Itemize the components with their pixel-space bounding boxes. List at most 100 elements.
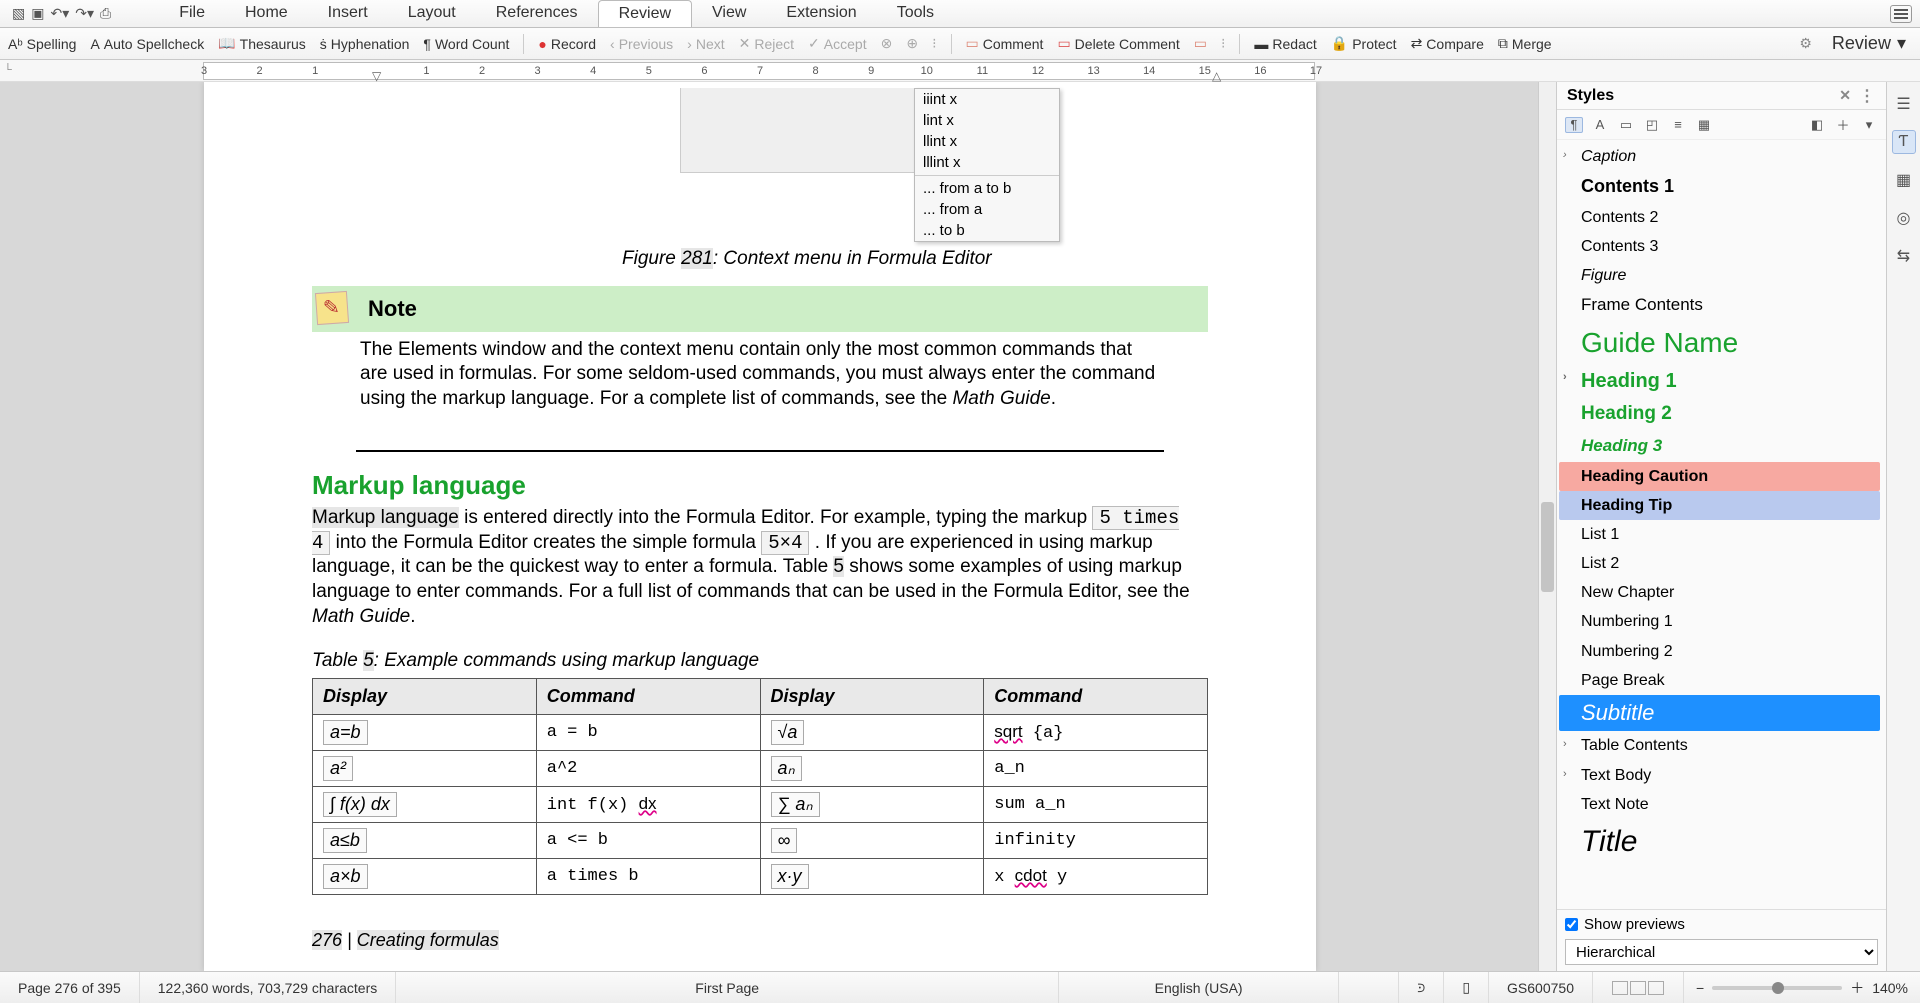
status-page-style[interactable]: First Page <box>396 972 1059 1003</box>
style-item[interactable]: Heading Caution <box>1559 462 1880 491</box>
undo-icon[interactable]: ↶▾ <box>50 5 69 22</box>
style-item[interactable]: ›Heading 1 <box>1559 364 1880 398</box>
fill-format-icon[interactable]: ◧ <box>1808 117 1826 133</box>
zoom-in-icon[interactable]: ＋ <box>1850 978 1864 998</box>
style-item[interactable]: ›Table Contents <box>1559 731 1880 760</box>
show-previews-checkbox[interactable]: Show previews <box>1565 916 1878 933</box>
zoom-out-icon[interactable]: − <box>1696 980 1704 996</box>
thesaurus-button[interactable]: 📖Thesaurus <box>218 35 306 52</box>
style-item[interactable]: Heading Tip <box>1559 491 1880 520</box>
protect-button[interactable]: 🔒Protect <box>1331 35 1397 52</box>
menu-tab-layout[interactable]: Layout <box>388 0 476 27</box>
menu-tab-view[interactable]: View <box>692 0 766 27</box>
reject-button[interactable]: ✕Reject <box>739 35 794 52</box>
gallery-panel-icon[interactable]: ▦ <box>1892 168 1916 192</box>
status-signature[interactable]: ▯ <box>1444 972 1489 1003</box>
vertical-scrollbar[interactable] <box>1538 82 1556 971</box>
scrollbar-thumb[interactable] <box>1541 502 1554 592</box>
style-item[interactable]: Subtitle <box>1559 695 1880 731</box>
character-styles-icon[interactable]: A <box>1591 117 1609 133</box>
list-styles-icon[interactable]: ≡ <box>1669 117 1687 133</box>
style-item[interactable]: Numbering 1 <box>1559 607 1880 636</box>
style-item[interactable]: Title <box>1559 819 1880 865</box>
review-dropdown[interactable]: Review▾ <box>1826 33 1912 54</box>
redo-icon[interactable]: ↷▾ <box>75 5 94 22</box>
status-selection-mode[interactable]: ⪾ <box>1399 972 1444 1003</box>
record-button[interactable]: ●Record <box>538 36 596 52</box>
status-language[interactable]: English (USA) <box>1059 972 1339 1003</box>
zoom-value[interactable]: 140% <box>1872 980 1908 996</box>
status-word-count[interactable]: 122,360 words, 703,729 characters <box>140 972 396 1003</box>
menu-tab-review[interactable]: Review <box>598 0 692 27</box>
properties-panel-icon[interactable]: ☰ <box>1892 92 1916 116</box>
accept-button[interactable]: ✓Accept <box>808 35 867 52</box>
status-page[interactable]: Page 276 of 395 <box>0 972 140 1003</box>
previous-button[interactable]: ‹Previous <box>610 36 673 52</box>
style-item[interactable]: List 2 <box>1559 549 1880 578</box>
style-filter-select[interactable]: Hierarchical <box>1565 939 1878 965</box>
next-button[interactable]: ›Next <box>687 36 724 52</box>
zoom-slider[interactable] <box>1712 986 1842 990</box>
comment-button[interactable]: ▭Comment <box>966 35 1044 52</box>
style-item[interactable]: Contents 3 <box>1559 232 1880 261</box>
style-item[interactable]: List 1 <box>1559 520 1880 549</box>
menu-tab-insert[interactable]: Insert <box>308 0 388 27</box>
merge-button[interactable]: ⧉Merge <box>1498 35 1552 52</box>
style-item[interactable]: ›Text Body <box>1559 761 1880 790</box>
status-insert-mode[interactable] <box>1339 972 1399 1003</box>
horizontal-ruler[interactable]: 3211234567891011121314151617▽△ <box>203 62 1315 80</box>
page-panel-icon[interactable]: ⇆ <box>1892 244 1916 268</box>
style-item[interactable]: Contents 1 <box>1559 171 1880 203</box>
redact-button[interactable]: ▬Redact <box>1254 36 1316 52</box>
comment-menu-icon[interactable]: ⁝ <box>1221 35 1225 52</box>
style-item[interactable]: Frame Contents <box>1559 290 1880 320</box>
style-item[interactable]: New Chapter <box>1559 578 1880 607</box>
settings-icon[interactable]: ⚙ <box>1799 35 1812 52</box>
paragraph-styles-icon[interactable]: ¶ <box>1565 117 1583 133</box>
save-icon[interactable]: ▧ <box>12 5 25 22</box>
print-icon[interactable]: ⎙ <box>100 5 111 22</box>
style-item[interactable]: Numbering 2 <box>1559 637 1880 666</box>
navigator-panel-icon[interactable]: ◎ <box>1892 206 1916 230</box>
save2-icon[interactable]: ▣ <box>31 5 44 22</box>
reject-all-icon[interactable]: ⊗ <box>881 35 893 52</box>
style-item[interactable]: Figure <box>1559 261 1880 290</box>
menu-tab-extension[interactable]: Extension <box>766 0 876 27</box>
compare-button[interactable]: ⇄Compare <box>1411 35 1484 52</box>
style-item[interactable]: Contents 2 <box>1559 203 1880 232</box>
accept-all-icon[interactable]: ⊕ <box>906 35 918 52</box>
ruler-corner-icon[interactable]: └ <box>4 64 12 76</box>
style-item[interactable]: Guide Name <box>1559 321 1880 365</box>
auto-spellcheck-button[interactable]: AAuto Spellcheck <box>90 36 204 52</box>
frame-styles-icon[interactable]: ▭ <box>1617 117 1635 133</box>
status-view-icons[interactable] <box>1593 972 1684 1003</box>
page-styles-icon[interactable]: ◰ <box>1643 117 1661 133</box>
table-styles-icon[interactable]: ▦ <box>1695 117 1713 133</box>
hyphenation-button[interactable]: ṡHyphenation <box>320 36 410 52</box>
menu-tab-home[interactable]: Home <box>225 0 308 27</box>
new-style-icon[interactable]: ＋ <box>1834 117 1852 133</box>
page-content[interactable]: iiint x lint x llint x lllint x ... from… <box>312 82 1208 971</box>
hamburger-icon[interactable] <box>1890 5 1912 23</box>
menu-tab-file[interactable]: File <box>159 0 225 27</box>
style-actions-icon[interactable]: ▾ <box>1860 117 1878 133</box>
style-item[interactable]: Text Note <box>1559 790 1880 819</box>
table-header: Display <box>760 679 984 715</box>
spelling-button[interactable]: AᵇSpelling <box>8 36 76 52</box>
ctx-item: iiint x <box>915 89 1059 110</box>
styles-list[interactable]: ›CaptionContents 1Contents 2Contents 3Fi… <box>1557 140 1886 909</box>
menu-tab-references[interactable]: References <box>476 0 598 27</box>
style-item[interactable]: Page Break <box>1559 666 1880 695</box>
word-count-button[interactable]: ¶Word Count <box>423 36 509 52</box>
style-item[interactable]: ›Caption <box>1559 142 1880 171</box>
zoom-control[interactable]: − ＋ 140% <box>1684 978 1920 998</box>
close-icon[interactable]: ✕ <box>1839 87 1851 104</box>
delete-comment-button[interactable]: ▭Delete Comment <box>1057 35 1179 52</box>
menu-tab-tools[interactable]: Tools <box>877 0 954 27</box>
style-item[interactable]: Heading 2 <box>1559 398 1880 431</box>
track-dropdown-icon[interactable]: ⁝ <box>932 35 936 52</box>
sidebar-menu-icon[interactable]: ⋮ <box>1859 86 1876 106</box>
style-item[interactable]: Heading 3 <box>1559 431 1880 461</box>
styles-panel-icon[interactable]: Ƭ <box>1892 130 1916 154</box>
comment-nav-icon[interactable]: ▭ <box>1194 35 1207 52</box>
